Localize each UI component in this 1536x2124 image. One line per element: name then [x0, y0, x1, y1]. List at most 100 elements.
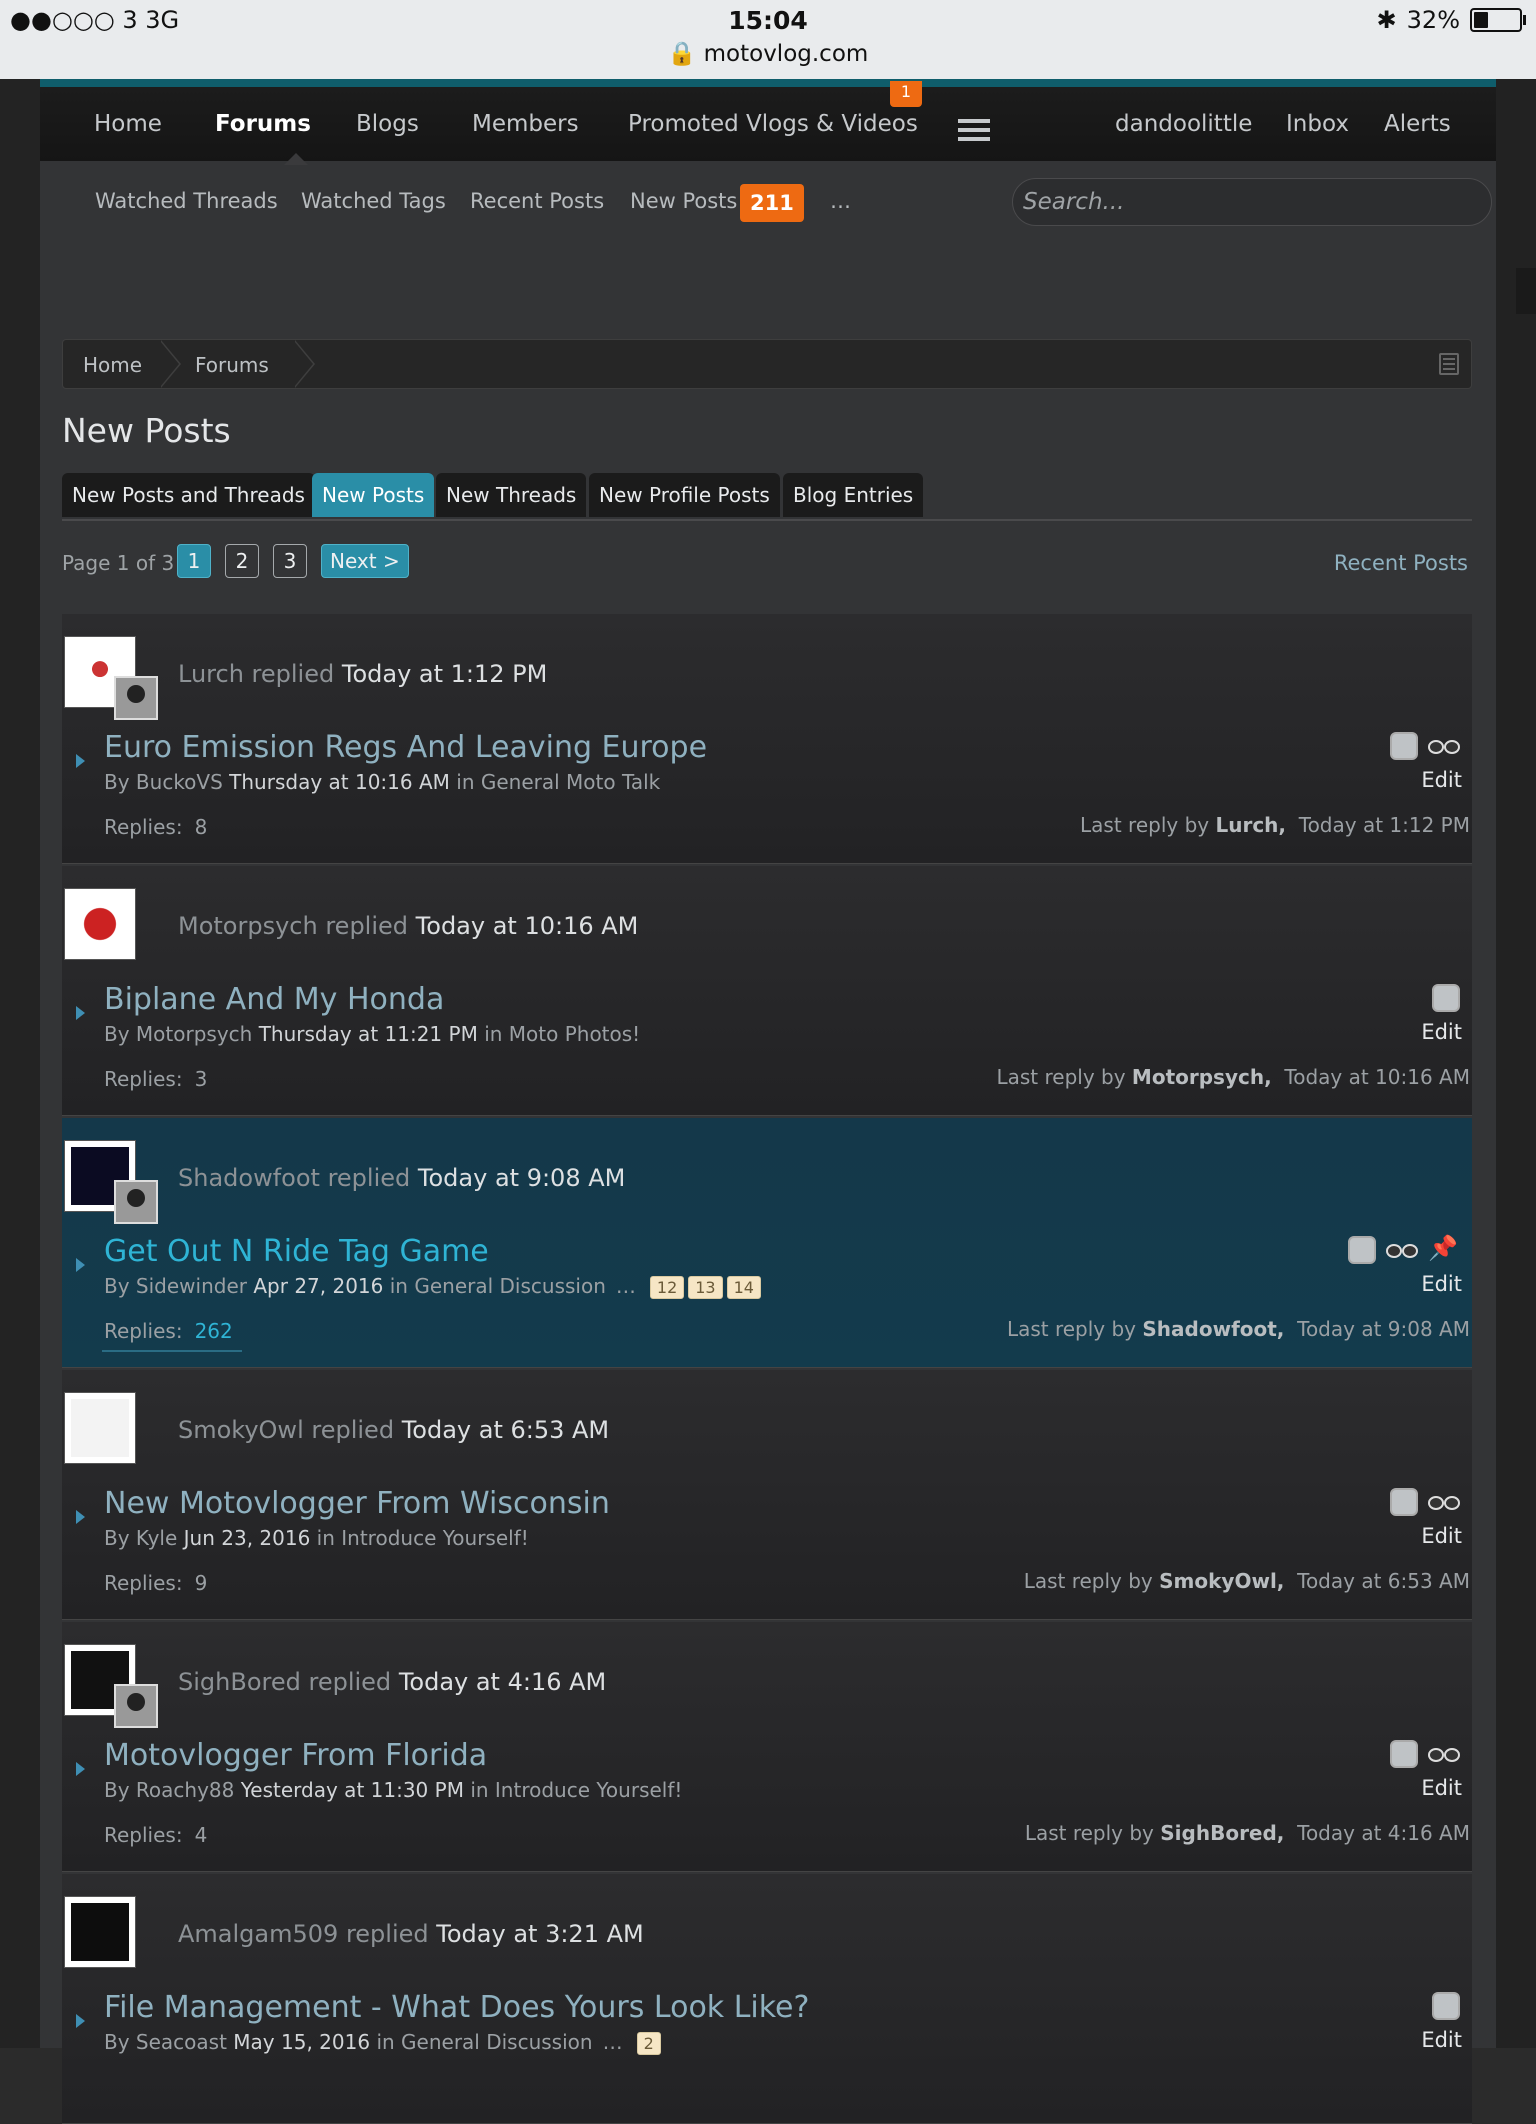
by-label: By	[104, 1778, 130, 1802]
tab-new-threads[interactable]: New Threads	[436, 473, 587, 517]
page-link-1[interactable]: 1	[177, 544, 211, 578]
thread-title[interactable]: Get Out N Ride Tag Game	[104, 1234, 489, 1269]
last-reply-user[interactable]: SmokyOwl,	[1159, 1569, 1284, 1593]
thread-author[interactable]: Roachy88	[136, 1778, 234, 1802]
page-jump-link[interactable]: 12	[649, 1276, 685, 1299]
page-link-3[interactable]: 3	[273, 544, 307, 578]
forum-link[interactable]: Moto Photos!	[509, 1022, 640, 1046]
nav-username[interactable]: dandoolittle	[1115, 111, 1252, 137]
last-reply-time[interactable]: Today at 6:53 AM	[1297, 1569, 1470, 1593]
edit-link[interactable]: Edit	[1421, 1020, 1462, 1044]
subnav-more[interactable]: …	[830, 189, 851, 213]
edit-link[interactable]: Edit	[1421, 2028, 1462, 2052]
thread-author[interactable]: BuckoVS	[136, 770, 223, 794]
edit-link[interactable]: Edit	[1421, 1272, 1462, 1296]
nav-members[interactable]: Members	[472, 111, 579, 137]
replier-avatar[interactable]	[114, 1684, 158, 1728]
search-input[interactable]: Search...	[1012, 178, 1492, 226]
thread-title[interactable]: Biplane And My Honda	[104, 982, 444, 1017]
select-checkbox[interactable]	[1390, 732, 1418, 760]
breadcrumb-home[interactable]: Home	[83, 353, 142, 377]
recent-posts-link[interactable]: Recent Posts	[1334, 551, 1468, 575]
thread-title[interactable]: File Management - What Does Yours Look L…	[104, 1990, 809, 2025]
thread-author[interactable]: Motorpsych	[136, 1022, 252, 1046]
page-link-2[interactable]: 2	[225, 544, 259, 578]
nav-forums[interactable]: Forums	[215, 111, 311, 137]
replier-name[interactable]: SighBored	[178, 1668, 301, 1696]
page-jump-link[interactable]: 13	[688, 1276, 723, 1299]
in-label: in	[389, 1274, 408, 1298]
thread-author[interactable]: Seacoast	[136, 2030, 227, 2054]
side-drawer-tab[interactable]	[1516, 268, 1536, 314]
last-reply-time[interactable]: Today at 4:16 AM	[1297, 1821, 1470, 1845]
forum-link[interactable]: Introduce Yourself!	[495, 1778, 683, 1802]
nav-inbox[interactable]: Inbox	[1286, 111, 1349, 137]
edit-link[interactable]: Edit	[1421, 1776, 1462, 1800]
avatar[interactable]	[64, 1896, 136, 1968]
tab-new-posts-and-threads[interactable]: New Posts and Threads	[62, 473, 315, 517]
nav-alerts[interactable]: Alerts	[1384, 111, 1451, 137]
expand-arrow-icon[interactable]	[76, 1006, 85, 1020]
by-label: By	[104, 1274, 130, 1298]
forum-link[interactable]: Introduce Yourself!	[341, 1526, 529, 1550]
url-bar[interactable]: 🔒 motovlog.com	[0, 40, 1536, 67]
reply-count: Replies: 8	[104, 815, 207, 839]
expand-arrow-icon[interactable]	[76, 1510, 85, 1524]
nav-home[interactable]: Home	[94, 111, 162, 137]
page-jump-link[interactable]: 2	[636, 2032, 661, 2055]
subnav-watched-tags[interactable]: Watched Tags	[301, 189, 446, 213]
breadcrumb-menu-icon[interactable]	[1439, 353, 1459, 375]
page-jump-link[interactable]: 14	[726, 1276, 761, 1299]
avatar[interactable]	[64, 888, 136, 960]
nav-promoted-vlogs[interactable]: Promoted Vlogs & Videos	[628, 111, 918, 137]
select-checkbox[interactable]	[1390, 1488, 1418, 1516]
subnav-recent-posts[interactable]: Recent Posts	[470, 189, 604, 213]
last-reply-user[interactable]: SighBored,	[1160, 1821, 1284, 1845]
last-reply-time[interactable]: Today at 10:16 AM	[1284, 1065, 1470, 1089]
thread-meta: By Seacoast May 15, 2016 in General Disc…	[104, 2030, 661, 2055]
reply-count: Replies: 3	[104, 1067, 207, 1091]
select-checkbox[interactable]	[1390, 1740, 1418, 1768]
last-reply-user[interactable]: Shadowfoot,	[1142, 1317, 1284, 1341]
forum-link[interactable]: General Discussion	[401, 2030, 593, 2054]
next-page-button[interactable]: Next >	[321, 544, 409, 578]
menu-icon[interactable]	[958, 119, 990, 146]
last-reply-time[interactable]: Today at 9:08 AM	[1297, 1317, 1470, 1341]
edit-link[interactable]: Edit	[1421, 768, 1462, 792]
thread-title[interactable]: New Motovlogger From Wisconsin	[104, 1486, 610, 1521]
expand-arrow-icon[interactable]	[76, 2014, 85, 2028]
expand-arrow-icon[interactable]	[76, 1258, 85, 1272]
thread-author[interactable]: Kyle	[136, 1526, 177, 1550]
select-checkbox[interactable]	[1348, 1236, 1376, 1264]
last-reply-time[interactable]: Today at 1:12 PM	[1299, 813, 1470, 837]
replier-name[interactable]: Motorpsych	[178, 912, 318, 940]
replier-avatar[interactable]	[114, 1180, 158, 1224]
pin-icon: 📌	[1428, 1234, 1458, 1262]
last-reply-user[interactable]: Lurch,	[1215, 813, 1286, 837]
breadcrumb-forums[interactable]: Forums	[195, 353, 269, 377]
replier-name[interactable]: SmokyOwl	[178, 1416, 304, 1444]
replier-name[interactable]: Shadowfoot	[178, 1164, 320, 1192]
replier-name[interactable]: Amalgam509	[178, 1920, 338, 1948]
expand-arrow-icon[interactable]	[76, 1762, 85, 1776]
forum-link[interactable]: General Discussion	[414, 1274, 606, 1298]
select-checkbox[interactable]	[1432, 984, 1460, 1012]
thread-item: Shadowfoot replied Today at 9:08 AM Get …	[62, 1118, 1472, 1368]
edit-link[interactable]: Edit	[1421, 1524, 1462, 1548]
replier-avatar[interactable]	[114, 676, 158, 720]
thread-author[interactable]: Sidewinder	[136, 1274, 247, 1298]
subnav-watched-threads[interactable]: Watched Threads	[95, 189, 278, 213]
tab-new-posts[interactable]: New Posts	[312, 473, 435, 517]
last-reply-user[interactable]: Motorpsych,	[1132, 1065, 1272, 1089]
nav-blogs[interactable]: Blogs	[356, 111, 419, 137]
subnav-new-posts[interactable]: New Posts	[630, 189, 737, 213]
thread-title[interactable]: Euro Emission Regs And Leaving Europe	[104, 730, 707, 765]
thread-title[interactable]: Motovlogger From Florida	[104, 1738, 487, 1773]
expand-arrow-icon[interactable]	[76, 754, 85, 768]
avatar[interactable]	[64, 1392, 136, 1464]
tab-new-profile-posts[interactable]: New Profile Posts	[589, 473, 780, 517]
replier-name[interactable]: Lurch	[178, 660, 244, 688]
select-checkbox[interactable]	[1432, 1992, 1460, 2020]
tab-blog-entries[interactable]: Blog Entries	[783, 473, 924, 517]
forum-link[interactable]: General Moto Talk	[481, 770, 660, 794]
